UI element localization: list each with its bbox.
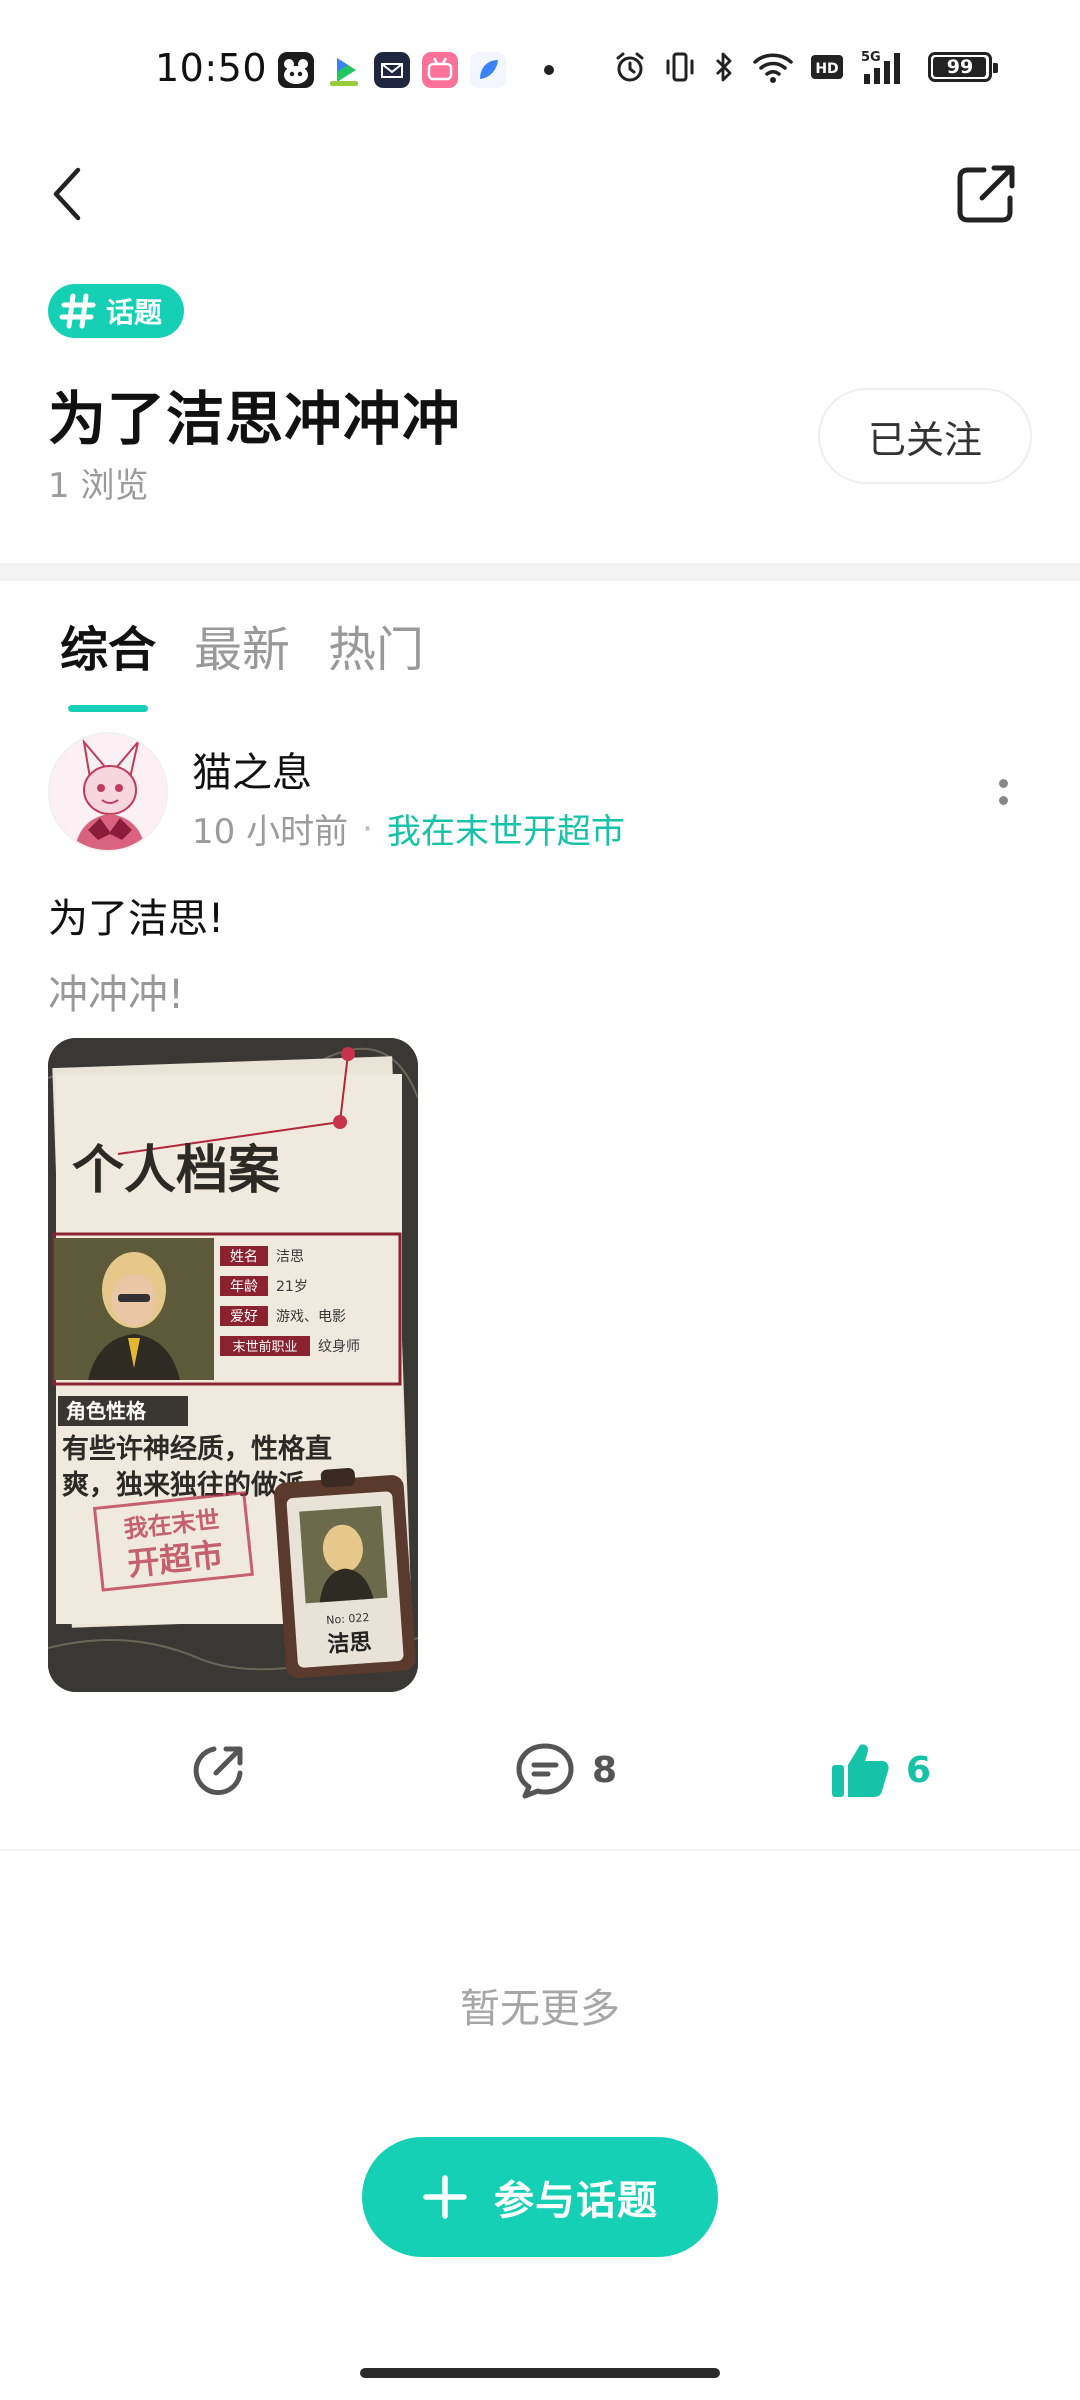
video-play-app-icon <box>326 52 362 88</box>
join-topic-label: 参与话题 <box>494 2178 658 2224</box>
svg-text:角色性格: 角色性格 <box>66 1399 147 1423</box>
home-indicator[interactable] <box>360 2368 720 2378</box>
bluetooth-icon <box>716 52 732 82</box>
system-icons: HD 5G 99 <box>612 48 998 86</box>
svg-text:洁思: 洁思 <box>327 1630 373 1658</box>
no-more-text: 暂无更多 <box>460 1986 620 2032</box>
panda-app-icon <box>278 52 314 88</box>
tab-bar: 综合 最新 热门 <box>60 610 424 712</box>
tab-label: 最新 <box>194 622 291 678</box>
follow-button[interactable]: 已关注 <box>818 388 1032 484</box>
tab-hot[interactable]: 热门 <box>328 610 424 712</box>
svg-text:21岁: 21岁 <box>276 1279 308 1295</box>
wifi-icon <box>753 53 793 83</box>
svg-text:HD: HD <box>815 61 838 77</box>
more-dot-icon <box>998 779 1008 788</box>
thumbs-up-icon <box>832 1744 889 1797</box>
feather-app-icon <box>470 52 506 88</box>
share-button[interactable] <box>950 158 1022 230</box>
svg-text:游戏、电影: 游戏、电影 <box>276 1309 346 1325</box>
svg-text:纹身师: 纹身师 <box>318 1339 360 1355</box>
post-meta: 10 小时前 · 我在末世开超市 <box>192 804 625 853</box>
more-options-button[interactable] <box>986 770 1020 814</box>
chevron-left-icon <box>53 167 81 221</box>
svg-text:爽，独来独往的做派: 爽，独来独往的做派 <box>62 1469 305 1501</box>
svg-text:5G: 5G <box>861 50 881 65</box>
author-avatar[interactable] <box>48 732 168 852</box>
topic-tag: 话题 <box>48 284 185 338</box>
battery-level: 99 <box>946 56 974 78</box>
svg-text:爱好: 爱好 <box>230 1309 258 1325</box>
tab-label: 综合 <box>60 622 157 678</box>
post-image[interactable]: 个人档案 姓名 洁思 年龄 21岁 爱好 游戏、电影 末世前职业 纹身师 角色性… <box>48 1038 418 1692</box>
svg-text:年龄: 年龄 <box>230 1279 258 1295</box>
signal-5g-icon: 5G <box>861 50 900 84</box>
section-divider <box>0 563 1080 581</box>
post-body: 冲冲冲! <box>48 972 185 1018</box>
post-source-link[interactable]: 我在末世开超市 <box>387 804 625 853</box>
topic-tag-label: 话题 <box>106 296 163 329</box>
join-topic-button[interactable]: 参与话题 <box>362 2137 718 2257</box>
svg-text:姓名: 姓名 <box>230 1249 258 1265</box>
svg-text:有些许神经质，性格直: 有些许神经质，性格直 <box>62 1433 332 1465</box>
repost-icon <box>193 1746 243 1796</box>
external-share-icon <box>957 165 1015 223</box>
tab-active-indicator <box>68 705 148 712</box>
comment-icon <box>516 1743 574 1799</box>
status-bar: 10:50 HD 5G 99 <box>0 0 1080 140</box>
svg-text:洁思: 洁思 <box>276 1249 304 1265</box>
topic-view-count: 1 浏览 <box>48 466 149 506</box>
more-dot-icon <box>998 796 1008 805</box>
comment-button[interactable]: 8 <box>514 1730 617 1810</box>
hd-voice-icon: HD <box>811 55 843 79</box>
like-count: 6 <box>906 1749 932 1791</box>
post-divider <box>0 1849 1080 1851</box>
mail-app-icon <box>374 52 410 88</box>
svg-text:末世前职业: 末世前职业 <box>232 1339 297 1355</box>
notification-icons <box>278 52 554 88</box>
author-name[interactable]: 猫之息 <box>192 740 312 798</box>
topic-title: 为了洁思冲冲冲 <box>48 385 462 453</box>
comment-count: 8 <box>592 1749 618 1791</box>
tab-latest[interactable]: 最新 <box>194 610 290 712</box>
plus-icon <box>423 2175 467 2219</box>
meta-separator: · <box>362 808 373 849</box>
tab-label: 热门 <box>328 622 425 678</box>
back-button[interactable] <box>40 158 96 230</box>
status-time: 10:50 <box>155 46 268 90</box>
more-notifications-dot <box>544 65 554 75</box>
like-button[interactable]: 6 <box>830 1730 931 1810</box>
battery-icon: 99 <box>928 52 998 82</box>
image-heading: 个人档案 <box>72 1141 281 1201</box>
vibrate-icon <box>666 52 694 82</box>
post-time: 10 小时前 <box>192 812 349 852</box>
post-title: 为了洁思! <box>48 896 225 942</box>
post-action-bar: 8 6 <box>0 1730 1080 1810</box>
bilibili-app-icon <box>422 52 458 88</box>
alarm-icon <box>616 52 644 82</box>
hashtag-icon <box>58 291 98 331</box>
repost-button[interactable] <box>190 1730 248 1810</box>
tab-comprehensive[interactable]: 综合 <box>60 610 156 712</box>
